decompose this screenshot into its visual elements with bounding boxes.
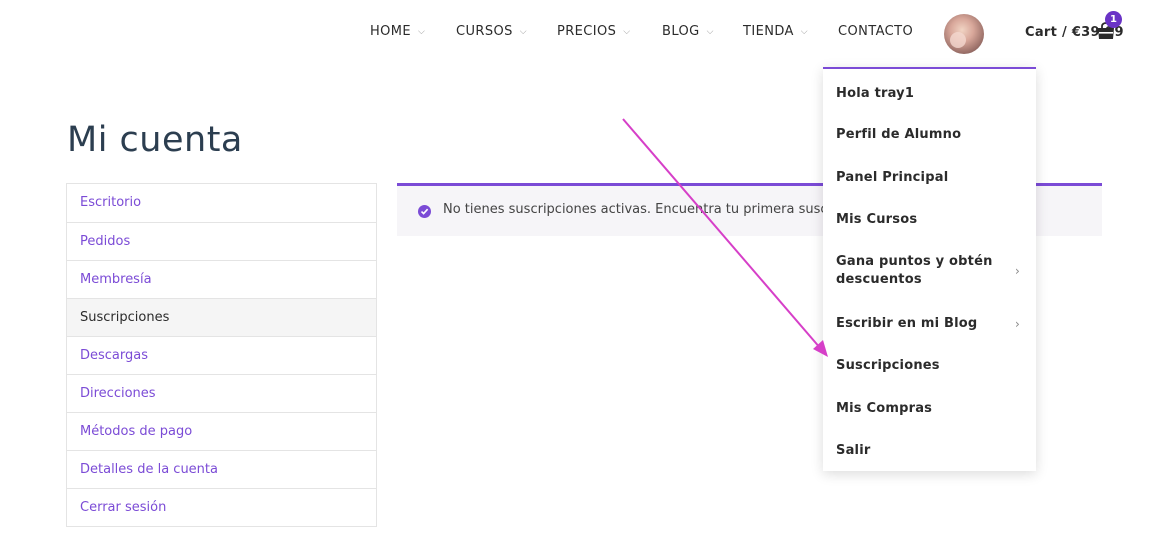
chevron-down-icon: ⌵: [519, 27, 527, 37]
dropdown-item-label: Hola tray1: [836, 86, 915, 101]
account-nav-metodos-de-pago[interactable]: Métodos de pago: [67, 412, 376, 450]
nav-precios[interactable]: PRECIOS ⌵: [557, 24, 631, 39]
chevron-down-icon: ⌵: [623, 27, 631, 37]
nav-home[interactable]: HOME ⌵: [370, 24, 425, 39]
dropdown-item-label: Mis Compras: [836, 401, 933, 416]
dropdown-perfil-de-alumno[interactable]: Perfil de Alumno: [836, 126, 1026, 144]
account-nav-cerrar-sesion[interactable]: Cerrar sesión: [67, 488, 376, 526]
page-title: Mi cuenta: [67, 120, 243, 160]
dropdown-item-label: Mis Cursos: [836, 212, 918, 227]
account-nav-descargas[interactable]: Descargas: [67, 336, 376, 374]
dropdown-salir[interactable]: Salir: [836, 442, 1026, 460]
account-nav-detalles-de-la-cuenta[interactable]: Detalles de la cuenta: [67, 450, 376, 488]
nav-tienda-label: TIENDA: [743, 24, 794, 39]
nav-blog-label: BLOG: [662, 24, 700, 39]
check-circle-icon: [418, 205, 431, 218]
dropdown-mis-compras[interactable]: Mis Compras: [836, 400, 1026, 418]
nav-precios-label: PRECIOS: [557, 24, 617, 39]
nav-tienda[interactable]: TIENDA ⌵: [743, 24, 808, 39]
chevron-down-icon: ⌵: [800, 27, 809, 37]
chevron-right-icon: ›: [1015, 264, 1020, 278]
dropdown-item-label: Suscripciones: [836, 358, 940, 373]
dropdown-escribir-en-mi-blog[interactable]: Escribir en mi Blog ›: [836, 315, 1026, 333]
dropdown-item-label: Panel Principal: [836, 170, 949, 185]
user-avatar[interactable]: [944, 14, 984, 54]
nav-cursos[interactable]: CURSOS ⌵: [456, 24, 527, 39]
nav-contacto[interactable]: CONTACTO: [838, 24, 913, 39]
account-nav-pedidos[interactable]: Pedidos: [67, 222, 376, 260]
user-dropdown-menu: Hola tray1 Perfil de Alumno Panel Princi…: [823, 67, 1036, 471]
nav-contacto-label: CONTACTO: [838, 24, 914, 39]
dropdown-suscripciones[interactable]: Suscripciones: [836, 357, 1026, 375]
nav-home-label: HOME: [370, 24, 412, 39]
dropdown-item-label: Escribir en mi Blog: [836, 316, 978, 331]
dropdown-mis-cursos[interactable]: Mis Cursos: [836, 211, 1026, 229]
chevron-down-icon: ⌵: [418, 27, 426, 37]
account-nav-direcciones[interactable]: Direcciones: [67, 374, 376, 412]
dropdown-panel-principal[interactable]: Panel Principal: [836, 169, 1026, 187]
nav-cursos-label: CURSOS: [456, 24, 513, 39]
chevron-down-icon: ⌵: [706, 27, 714, 37]
account-nav-suscripciones[interactable]: Suscripciones: [67, 298, 376, 336]
dropdown-item-label: Perfil de Alumno: [836, 127, 962, 142]
nav-blog[interactable]: BLOG ⌵: [662, 24, 714, 39]
account-nav-escritorio[interactable]: Escritorio: [67, 184, 376, 222]
dropdown-hola-user[interactable]: Hola tray1: [836, 85, 1026, 103]
main-navigation: HOME ⌵ CURSOS ⌵ PRECIOS ⌵ BLOG ⌵ TIENDA …: [0, 0, 1169, 66]
account-navigation: Escritorio Pedidos Membresía Suscripcion…: [66, 183, 377, 527]
dropdown-item-label: Gana puntos y obtén descuentos: [836, 254, 993, 287]
account-nav-membresia[interactable]: Membresía: [67, 260, 376, 298]
chevron-right-icon: ›: [1015, 317, 1020, 331]
dropdown-item-label: Salir: [836, 443, 871, 458]
cart-count-badge: 1: [1105, 11, 1122, 28]
dropdown-gana-puntos[interactable]: Gana puntos y obtén descuentos ›: [836, 253, 1026, 289]
